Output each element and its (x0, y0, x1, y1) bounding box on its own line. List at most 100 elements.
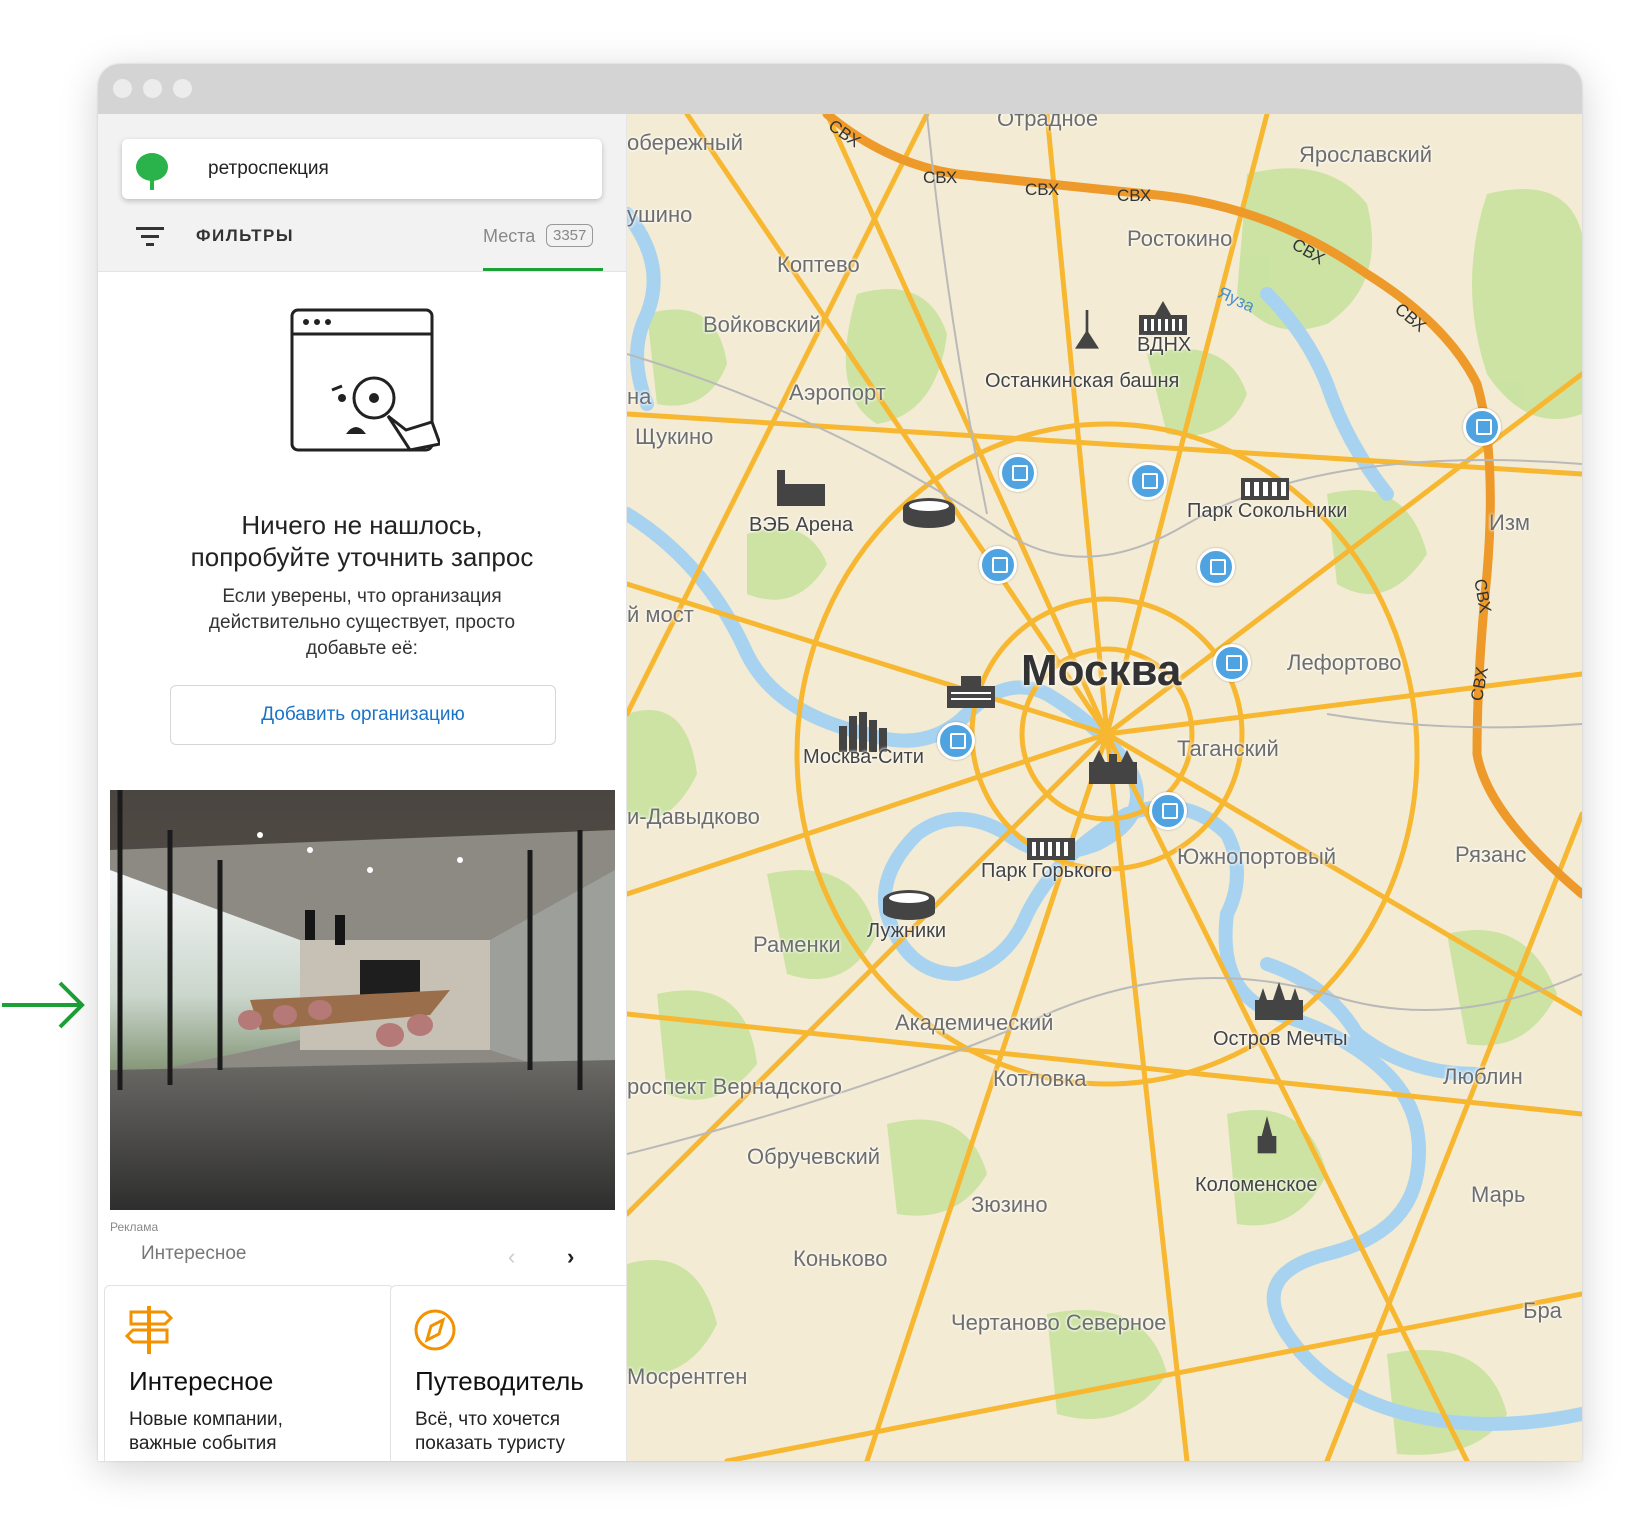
landmark-label[interactable]: Остров Мечты (1213, 1028, 1347, 1051)
empty-state-title: Ничего не нашлось, попробуйте уточнить з… (98, 509, 626, 573)
rail-station-icon[interactable] (1149, 792, 1187, 830)
district-label: Щукино (635, 424, 714, 449)
landmark-label[interactable]: Коломенское (1195, 1174, 1318, 1197)
card-subtitle-line: важные события (129, 1433, 277, 1454)
rail-station-icon[interactable] (1463, 408, 1501, 446)
district-label: роспект Вернадского (627, 1074, 842, 1099)
card-title: Интересное (129, 1366, 274, 1396)
window-close-button[interactable] (113, 79, 132, 98)
white-house-icon (947, 676, 995, 708)
rail-station-icon[interactable] (1197, 548, 1235, 586)
card-subtitle: Новые компании, важные события (129, 1408, 389, 1456)
places-count-badge: 3357 (546, 224, 594, 247)
sidebar-header: ретроспекция ФИЛЬТРЫ Места 3357 (98, 114, 626, 272)
district-label: Мосрентген (627, 1364, 748, 1389)
feed-card-guide[interactable]: Путеводитель Всё, что хочется показать т… (390, 1285, 626, 1461)
app-content: ретроспекция ФИЛЬТРЫ Места 3357 Ничего н… (98, 114, 1582, 1461)
ad-label: Реклама (110, 1220, 159, 1234)
feed-next-button[interactable]: › (567, 1244, 574, 1270)
empty-desc-line: добавьте её: (306, 638, 418, 659)
rail-station-icon[interactable] (999, 454, 1037, 492)
district-label: Марь (1471, 1182, 1526, 1207)
landmark-label[interactable]: Парк Горького (981, 860, 1112, 883)
rail-station-icon[interactable] (979, 546, 1017, 584)
veb-arena-icon (777, 470, 825, 506)
card-subtitle: Всё, что хочется показать туристу (415, 1408, 626, 1456)
not-found-illustration-icon (290, 308, 440, 452)
2gis-logo-icon (136, 153, 168, 190)
district-label: Обручевский (747, 1144, 881, 1169)
compass-icon (414, 1309, 456, 1351)
tab-places[interactable]: Места 3357 (483, 222, 603, 271)
district-label: Изм (1489, 510, 1531, 535)
tab-places-label: Места (483, 226, 536, 246)
empty-state-description: Если уверены, что организация действител… (158, 584, 566, 662)
search-input[interactable]: ретроспекция (122, 139, 602, 199)
filters-button[interactable]: ФИЛЬТРЫ (196, 226, 294, 246)
sidebar: ретроспекция ФИЛЬТРЫ Места 3357 Ничего н… (98, 114, 627, 1461)
card-subtitle-line: показать туристу (415, 1433, 565, 1454)
district-label: Люблин (1443, 1064, 1523, 1089)
card-title: Путеводитель (415, 1366, 584, 1396)
district-label: Бра (1523, 1298, 1562, 1323)
landmark-label[interactable]: Останкинская башня (985, 370, 1179, 393)
map-view[interactable]: Отрадное обережный Ярославский ушино Рос… (627, 114, 1582, 1461)
rail-station-icon[interactable] (1213, 644, 1251, 682)
road-label: СВХ (1025, 180, 1060, 199)
district-label: Таганский (1177, 736, 1279, 761)
landmark-label[interactable]: Парк Сокольники (1187, 500, 1347, 523)
city-label: Москва (1021, 646, 1182, 695)
empty-desc-line: действительно существует, просто (208, 612, 516, 633)
district-label: Ярославский (1299, 142, 1433, 167)
browser-window: ретроспекция ФИЛЬТРЫ Места 3357 Ничего н… (98, 64, 1582, 1461)
district-label: Аэропорт (789, 380, 886, 405)
ad-banner-image[interactable] (110, 790, 615, 1210)
district-label: Чертаново Северное (951, 1310, 1167, 1335)
filters-icon[interactable] (136, 226, 166, 248)
landmark-label[interactable]: ВДНХ (1137, 334, 1191, 357)
landmark-label[interactable]: Москва-Сити (803, 746, 924, 769)
add-organization-button[interactable]: Добавить организацию (170, 685, 556, 745)
district-label: Ростокино (1127, 226, 1233, 251)
empty-desc-line: Если уверены, что организация (222, 586, 502, 607)
pointer-arrow-icon (2, 981, 85, 1029)
kremlin-icon (1089, 750, 1137, 784)
empty-title-line: Ничего не нашлось, (241, 510, 483, 540)
rail-station-icon[interactable] (937, 722, 975, 760)
kolomenskoye-icon (1257, 1116, 1277, 1154)
stadium-icon (903, 498, 955, 528)
district-label: Отрадное (997, 114, 1099, 131)
vdnkh-landmark-icon (1139, 301, 1187, 335)
search-query-text: ретроспекция (208, 158, 329, 179)
feed-section-title: Интересное (141, 1243, 247, 1264)
signpost-icon (125, 1306, 173, 1354)
ostankino-tower-icon (1075, 310, 1099, 349)
district-label: Зюзино (971, 1192, 1048, 1217)
district-label: Рязанс (1455, 842, 1527, 867)
district-label: на (627, 384, 652, 409)
rail-station-icon[interactable] (1129, 462, 1167, 500)
district-label: и-Давыдково (627, 804, 760, 829)
road-label: СВХ (1117, 186, 1152, 205)
window-zoom-button[interactable] (173, 79, 192, 98)
district-label: обережный (627, 130, 744, 155)
window-minimize-button[interactable] (143, 79, 162, 98)
active-tab-indicator (483, 268, 603, 271)
road-label: СВХ (923, 168, 958, 187)
add-organization-label: Добавить организацию (261, 704, 465, 725)
district-label: Раменки (753, 932, 841, 957)
feed-card-interesting[interactable]: Интересное Новые компании, важные событи… (104, 1285, 394, 1461)
empty-title-line: попробуйте уточнить запрос (190, 542, 534, 572)
feed-prev-button[interactable]: ‹ (508, 1244, 515, 1270)
district-label: й мост (627, 602, 694, 627)
district-label: Войковский (703, 312, 821, 337)
district-label: Коньково (793, 1246, 888, 1271)
landmark-label[interactable]: ВЭБ Арена (749, 514, 853, 537)
district-label: Коптево (777, 252, 860, 277)
district-label: Котловка (993, 1066, 1087, 1091)
district-label: Южнопортовый (1177, 844, 1337, 869)
window-titlebar (98, 64, 1582, 114)
district-label: Лефортово (1287, 650, 1402, 675)
landmark-label[interactable]: Лужники (867, 920, 946, 943)
district-label: ушино (627, 202, 693, 227)
